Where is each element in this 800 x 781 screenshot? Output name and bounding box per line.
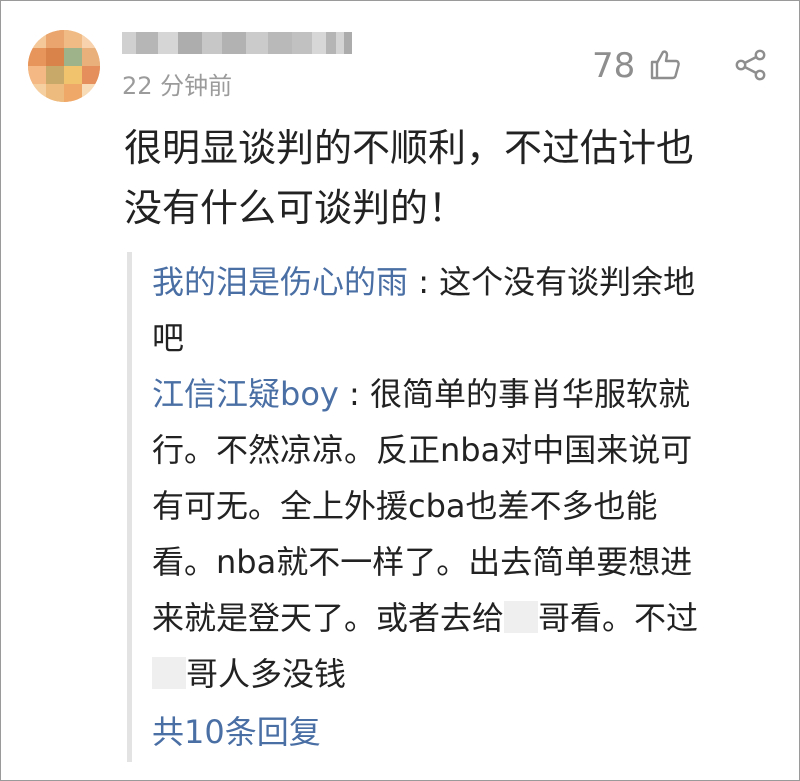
reply-text: 哥看。不过	[538, 599, 699, 637]
reply-thread-bar	[127, 252, 132, 762]
redacted-blank	[152, 657, 186, 689]
reply-text: 来就是登天了。或者去给	[152, 599, 505, 637]
reply-item[interactable]: 江信江疑boy : 很简单的事肖华服软就 行。不然凉凉。反正nba对中国来说可 …	[152, 366, 782, 702]
comment-timestamp: 22 分钟前	[122, 72, 233, 100]
reply-author[interactable]: 我的泪是伤心的雨	[152, 263, 408, 301]
share-icon[interactable]	[734, 48, 768, 82]
avatar[interactable]	[28, 30, 100, 102]
reply-separator: :	[338, 375, 370, 413]
reply-text: 这个没有谈判余地	[439, 263, 696, 301]
reply-line: 有可无。全上外援cba也差不多也能	[152, 487, 658, 525]
redacted-blank	[504, 601, 539, 633]
thumbs-up-icon[interactable]	[648, 48, 682, 82]
reply-list: 我的泪是伤心的雨 : 这个没有谈判余地 吧 江信江疑boy : 很简单的事肖华服…	[152, 254, 782, 760]
comment-body: 很明显谈判的不顺利，不过估计也 没有什么可谈判的！	[124, 118, 764, 238]
username-obscured[interactable]	[122, 28, 382, 58]
reply-line: 哥人多没钱	[152, 646, 782, 702]
reply-text: 哥人多没钱	[186, 655, 347, 693]
reply-line: 我的泪是伤心的雨 : 这个没有谈判余地	[152, 254, 782, 310]
comment-line: 没有什么可谈判的！	[124, 186, 467, 230]
reply-separator: :	[408, 263, 440, 301]
reply-line: 看。nba就不一样了。出去简单要想进	[152, 543, 693, 581]
reply-line: 来就是登天了。或者去给 哥看。不过	[152, 590, 782, 646]
more-replies-link[interactable]: 共10条回复	[152, 704, 782, 760]
reply-line: 江信江疑boy : 很简单的事肖华服软就	[152, 366, 782, 422]
reply-author[interactable]: 江信江疑boy	[152, 375, 339, 413]
reply-text: 很简单的事肖华服软就	[369, 375, 690, 413]
like-count: 78	[592, 46, 636, 86]
comment-line: 很明显谈判的不顺利，不过估计也	[124, 126, 695, 170]
reply-item[interactable]: 我的泪是伤心的雨 : 这个没有谈判余地 吧	[152, 254, 782, 366]
reply-line: 行。不然凉凉。反正nba对中国来说可	[152, 431, 693, 469]
reply-line: 吧	[152, 319, 185, 357]
